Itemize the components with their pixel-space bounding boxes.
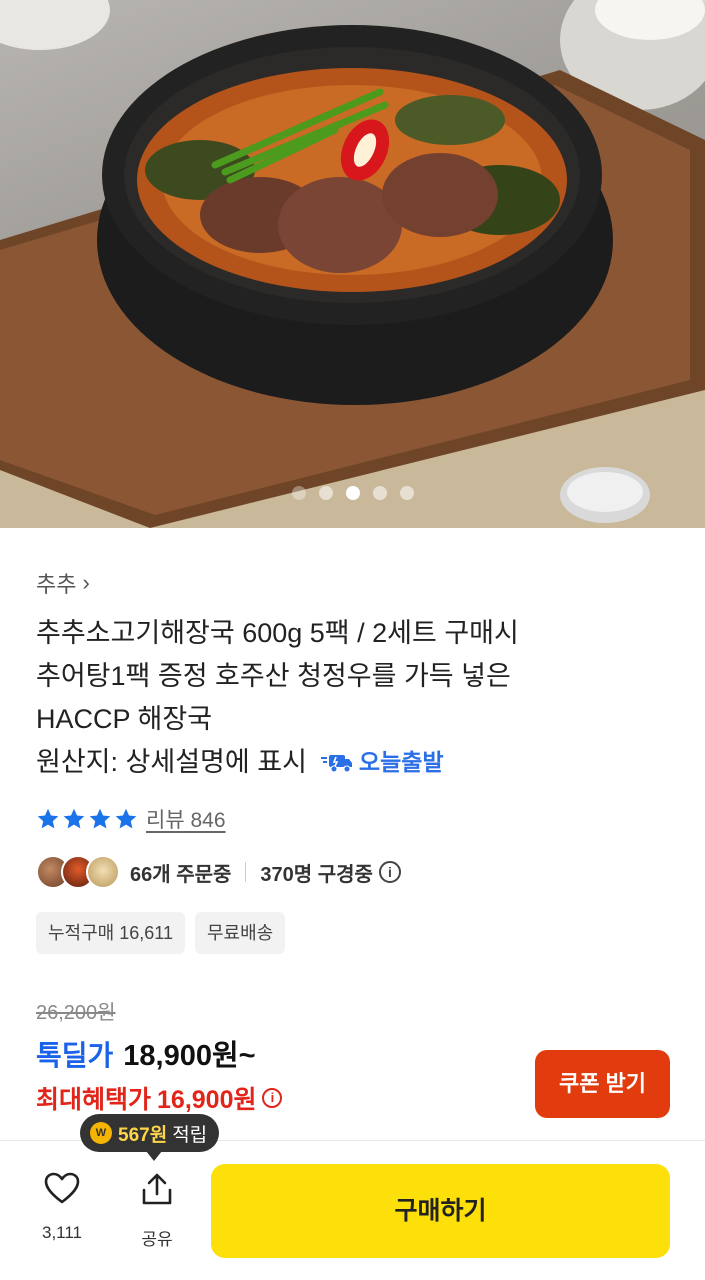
tag-list: 누적구매 16,611 무료배송 [36,912,676,954]
delivery-truck-icon [320,754,352,772]
max-benefit-price: 16,900원 [157,1086,257,1114]
title-line: HACCP 해장국 [36,704,213,734]
star-icon [89,808,111,829]
buyer-avatars [36,855,120,889]
today-shipping-badge: 오늘출발 [320,741,444,784]
gallery-dot[interactable] [345,486,360,500]
share-label: 공유 [141,1230,173,1249]
title-line: 추추소고기해장국 600g 5팩 / 2세트 구매시 [36,618,519,648]
product-image[interactable] [0,0,705,528]
points-amount: 567원 [118,1124,168,1146]
original-price: 26,200원 [36,1002,116,1024]
deal-label: 톡딜가 [36,1040,114,1071]
social-proof-row: 66개 주문중 370명 구경중 i [36,852,676,892]
gallery-dots [0,486,705,500]
like-button[interactable]: 3,111 [27,1172,97,1243]
info-icon[interactable]: i [262,1088,283,1108]
share-button[interactable]: 공유 [122,1172,192,1250]
gallery-dot[interactable] [372,486,387,500]
star-icon [115,808,137,829]
share-icon [142,1173,172,1205]
title-line: 추어탕1팩 증정 호주산 청정우를 가득 넣은 [36,661,511,691]
heart-icon [44,1172,80,1204]
gallery-dot[interactable] [318,486,333,500]
origin-text: 원산지: 상세설명에 표시 [36,747,307,777]
like-count: 3,111 [41,1223,83,1242]
star-rating [36,807,138,831]
max-benefit-label: 최대혜택가 [36,1086,152,1114]
gallery-dot[interactable] [399,486,414,500]
viewers-count: 370명 구경중 [260,863,373,886]
delivery-badge-label: 오늘출발 [358,749,444,775]
orders-count: 66개 주문중 [130,863,232,886]
product-title: 추추소고기해장국 600g 5팩 / 2세트 구매시 추어탕1팩 증정 호주산 … [36,612,676,784]
coupon-button[interactable]: 쿠폰 받기 [535,1050,670,1118]
points-coin-icon: W [90,1122,112,1144]
chevron-right-icon: › [82,570,90,595]
divider [245,862,247,882]
rating-row: 리뷰 846 [36,804,676,834]
star-icon [63,808,85,829]
review-link[interactable]: 리뷰 846 [146,804,226,834]
seller-name: 추추 [36,572,77,597]
seller-link[interactable]: 추추 › [36,566,676,600]
avatar [86,855,120,889]
info-icon[interactable]: i [378,861,401,883]
tag-cumulative-purchase: 누적구매 16,611 [36,912,185,954]
gallery-dot[interactable] [291,486,306,500]
points-suffix: 적립 [172,1124,208,1146]
points-tooltip: W 567원 적립 [80,1114,220,1161]
deal-price: 18,900원~ [123,1040,256,1072]
star-icon [37,808,59,829]
buy-button[interactable]: 구매하기 [211,1164,670,1258]
tag-free-shipping: 무료배송 [194,912,286,954]
soup-photo [0,0,705,528]
